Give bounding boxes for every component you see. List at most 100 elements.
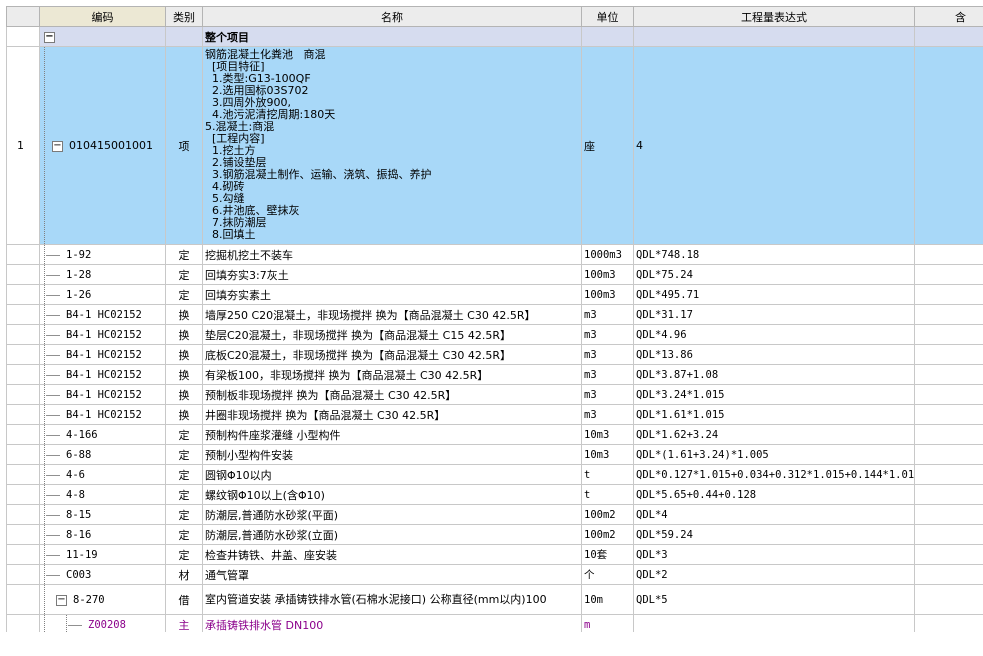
expression-cell[interactable]: QDL*5.65+0.44+0.128	[633, 484, 915, 505]
name-cell[interactable]: 检查井铸铁、井盖、座安装	[202, 544, 582, 565]
col-header-name[interactable]: 名称	[202, 6, 582, 27]
name-cell[interactable]: 井圈非现场搅拌 换为【商品混凝土 C30 42.5R】	[202, 404, 582, 425]
unit-cell[interactable]: m3	[581, 304, 634, 325]
unit-cell[interactable]: m3	[581, 384, 634, 405]
quota-row[interactable]: B4-1 HC02152 换井圈非现场搅拌 换为【商品混凝土 C30 42.5R】…	[6, 404, 983, 425]
unit-cell[interactable]: t	[581, 464, 634, 485]
expression-cell[interactable]: QDL*4	[633, 504, 915, 525]
collapse-toggle[interactable]: −	[44, 31, 55, 43]
unit-cell[interactable]: m	[581, 614, 634, 632]
quota-row[interactable]: 1-26 定回填夯实素土 100m3 QDL*495.71	[6, 284, 983, 305]
name-cell[interactable]: 防潮层,普通防水砂浆(平面)	[202, 504, 582, 525]
name-cell[interactable]: 底板C20混凝土，非现场搅拌 换为【商品混凝土 C30 42.5R】	[202, 344, 582, 365]
name-cell[interactable]: 室内管道安装 承插铸铁排水管(石棉水泥接口) 公称直径(mm以内)100	[202, 584, 582, 615]
name-cell[interactable]: 垫层C20混凝土，非现场搅拌 换为【商品混凝土 C15 42.5R】	[202, 324, 582, 345]
col-header-unit[interactable]: 单位	[581, 6, 634, 27]
code-cell: 1-28	[39, 264, 166, 285]
unit-cell[interactable]: m3	[581, 344, 634, 365]
quota-row[interactable]: 1-28 定回填夯实3:7灰土 100m3 QDL*75.24	[6, 264, 983, 285]
unit-cell[interactable]: 个	[581, 564, 634, 585]
expression-cell[interactable]: QDL*4.96	[633, 324, 915, 345]
name-cell[interactable]: 通气管罩	[202, 564, 582, 585]
expression-cell[interactable]: QDL*0.127*1.015+0.034+0.312*1.015+0.144*…	[633, 464, 915, 485]
name-cell[interactable]: 回填夯实3:7灰土	[202, 264, 582, 285]
code-cell: −010415001001	[39, 46, 166, 245]
expression-cell[interactable]: QDL*59.24	[633, 524, 915, 545]
quota-row[interactable]: 4-166 定预制构件座浆灌缝 小型构件 10m3 QDL*1.62+3.24	[6, 424, 983, 445]
expression-cell[interactable]: QDL*13.86	[633, 344, 915, 365]
name-cell[interactable]: 回填夯实素土	[202, 284, 582, 305]
col-header-code[interactable]: 编码	[39, 6, 166, 27]
expression-cell[interactable]: QDL*748.18	[633, 244, 915, 265]
expression-cell[interactable]: QDL*1.61*1.015	[633, 404, 915, 425]
name-cell[interactable]: 墙厚250 C20混凝土，非现场搅拌 换为【商品混凝土 C30 42.5R】	[202, 304, 582, 325]
unit-cell[interactable]: 10m3	[581, 444, 634, 465]
quota-row[interactable]: B4-1 HC02152 换底板C20混凝土，非现场搅拌 换为【商品混凝土 C30…	[6, 344, 983, 365]
expression-cell[interactable]: QDL*3.24*1.015	[633, 384, 915, 405]
quota-row[interactable]: 4-6 定圆钢Φ10以内 t QDL*0.127*1.015+0.034+0.312*…	[6, 464, 983, 485]
name-cell[interactable]: 预制构件座浆灌缝 小型构件	[202, 424, 582, 445]
quota-row[interactable]: B4-1 HC02152 换预制板非现场搅拌 换为【商品混凝土 C30 42.5R…	[6, 384, 983, 405]
unit-cell[interactable]: m3	[581, 364, 634, 385]
col-header-extra[interactable]: 含	[914, 6, 983, 27]
unit-cell[interactable]: 100m2	[581, 504, 634, 525]
col-header-num[interactable]	[6, 6, 40, 27]
group-row[interactable]: − 整个项目	[6, 26, 983, 47]
name-cell[interactable]: 防潮层,普通防水砂浆(立面)	[202, 524, 582, 545]
collapse-toggle[interactable]: −	[56, 594, 67, 606]
code-cell: 8-16	[39, 524, 166, 545]
borrow-row[interactable]: −8-270 借室内管道安装 承插铸铁排水管(石棉水泥接口) 公称直径(mm以内)…	[6, 584, 983, 615]
expression-cell[interactable]: QDL*3	[633, 544, 915, 565]
bill-item-row[interactable]: 1 −010415001001 项 钢筋混凝土化粪池 商混 [项目特征] 1.类…	[6, 46, 983, 245]
expression-cell[interactable]: QDL*1.62+3.24	[633, 424, 915, 445]
unit-cell[interactable]: m3	[581, 404, 634, 425]
expression-cell[interactable]: QDL*(1.61+3.24)*1.005	[633, 444, 915, 465]
item-description[interactable]: 钢筋混凝土化粪池 商混 [项目特征] 1.类型:G13-100QF 2.选用国标…	[202, 46, 582, 245]
extra-cell	[914, 504, 983, 525]
quota-row[interactable]: 8-15 定防潮层,普通防水砂浆(平面) 100m2 QDL*4	[6, 504, 983, 525]
row-num	[6, 264, 40, 285]
quota-row[interactable]: 11-19 定检查井铸铁、井盖、座安装 10套 QDL*3	[6, 544, 983, 565]
expression-cell[interactable]: QDL*31.17	[633, 304, 915, 325]
name-cell[interactable]: 有梁板100，非现场搅拌 换为【商品混凝土 C30 42.5R】	[202, 364, 582, 385]
quota-row[interactable]: 6-88 定预制小型构件安装 10m3 QDL*(1.61+3.24)*1.005	[6, 444, 983, 465]
unit-cell[interactable]: 1000m3	[581, 244, 634, 265]
expression-cell[interactable]: QDL*3.87+1.08	[633, 364, 915, 385]
unit-cell[interactable]: 10m	[581, 584, 634, 615]
expression-cell[interactable]: QDL*75.24	[633, 264, 915, 285]
material-row[interactable]: Z00208 主承插铸铁排水管 DN100 m	[6, 614, 983, 632]
item-code: 8-15	[66, 509, 92, 521]
name-cell[interactable]: 螺纹钢Φ10以上(含Φ10)	[202, 484, 582, 505]
quota-row[interactable]: C003 材通气管罩个 QDL*2	[6, 564, 983, 585]
expression-cell[interactable]	[633, 614, 915, 632]
quota-row[interactable]: 4-8 定螺纹钢Φ10以上(含Φ10) t QDL*5.65+0.44+0.128	[6, 484, 983, 505]
item-code: 8-16	[66, 529, 92, 541]
unit-cell[interactable]: m3	[581, 324, 634, 345]
unit-cell[interactable]: t	[581, 484, 634, 505]
col-header-type[interactable]: 类别	[165, 6, 203, 27]
item-code: 4-166	[66, 429, 98, 441]
name-cell[interactable]: 挖掘机挖土不装车	[202, 244, 582, 265]
quota-row[interactable]: B4-1 HC02152 换垫层C20混凝土，非现场搅拌 换为【商品混凝土 C15…	[6, 324, 983, 345]
quota-row[interactable]: 8-16 定防潮层,普通防水砂浆(立面) 100m2 QDL*59.24	[6, 524, 983, 545]
expression-cell[interactable]: QDL*495.71	[633, 284, 915, 305]
name-cell[interactable]: 预制小型构件安装	[202, 444, 582, 465]
quota-row[interactable]: B4-1 HC02152 换墙厚250 C20混凝土，非现场搅拌 换为【商品混凝土…	[6, 304, 983, 325]
expression-cell[interactable]: 4	[633, 46, 915, 245]
name-cell[interactable]: 承插铸铁排水管 DN100	[202, 614, 582, 632]
name-cell[interactable]: 预制板非现场搅拌 换为【商品混凝土 C30 42.5R】	[202, 384, 582, 405]
unit-cell[interactable]: 10套	[581, 544, 634, 565]
unit-cell[interactable]: 10m3	[581, 424, 634, 445]
unit-cell[interactable]: 100m2	[581, 524, 634, 545]
quota-row[interactable]: B4-1 HC02152 换有梁板100，非现场搅拌 换为【商品混凝土 C30 4…	[6, 364, 983, 385]
collapse-toggle[interactable]: −	[52, 140, 63, 152]
quota-row[interactable]: 1-92 定挖掘机挖土不装车 1000m3 QDL*748.18	[6, 244, 983, 265]
expression-cell[interactable]: QDL*2	[633, 564, 915, 585]
unit-cell[interactable]: 100m3	[581, 284, 634, 305]
name-cell[interactable]: 圆钢Φ10以内	[202, 464, 582, 485]
expression-cell[interactable]: QDL*5	[633, 584, 915, 615]
unit-cell[interactable]: 座	[581, 46, 634, 245]
unit-cell[interactable]: 100m3	[581, 264, 634, 285]
row-num	[6, 544, 40, 565]
col-header-expression[interactable]: 工程量表达式	[633, 6, 915, 27]
